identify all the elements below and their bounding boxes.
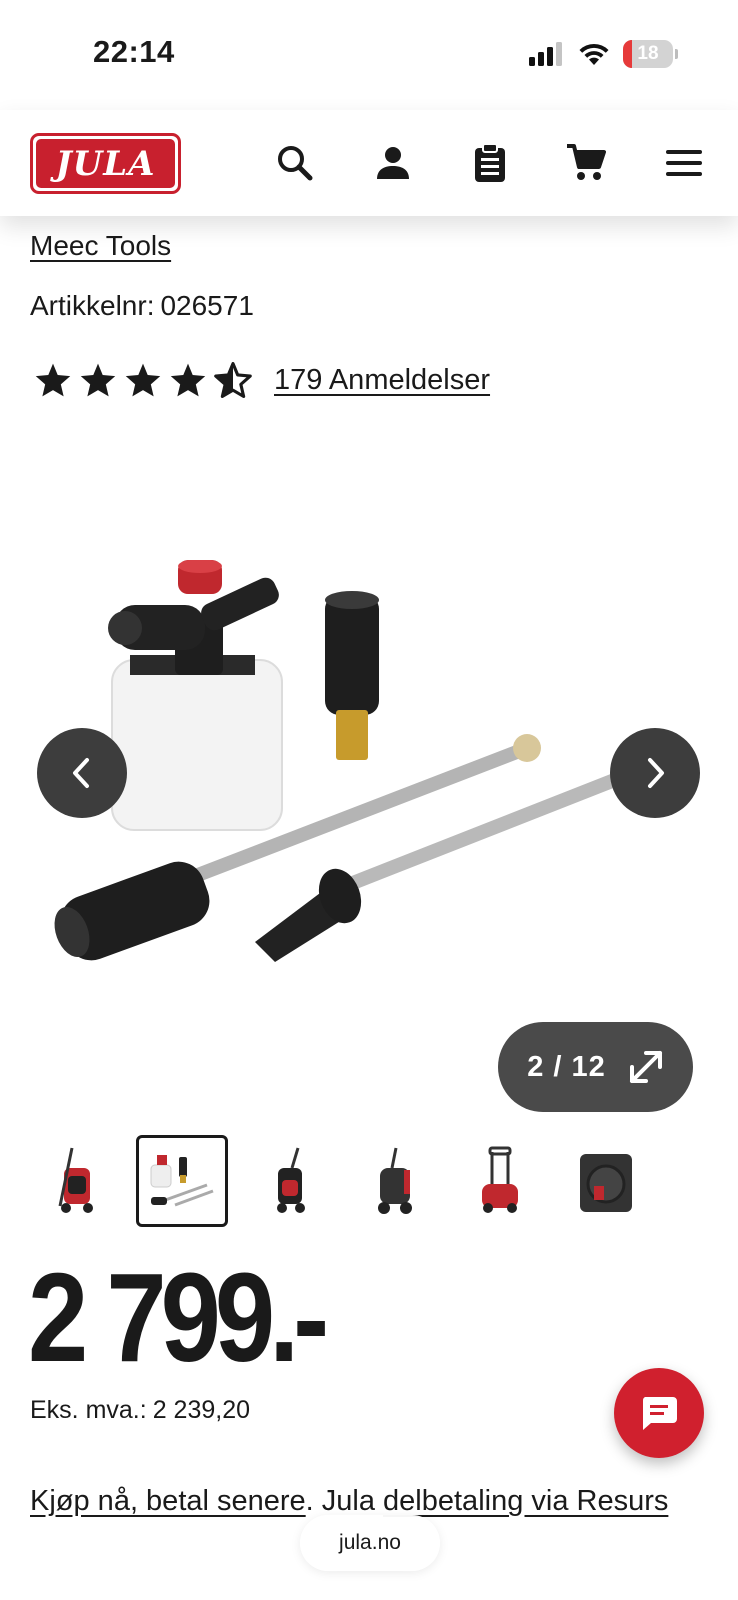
chevron-right-icon [648,758,664,788]
brand-link[interactable]: Meec Tools [30,230,171,262]
thumbnail-image [150,1155,214,1207]
star-half-icon [214,362,252,398]
menu-button[interactable] [661,140,707,186]
star-full-icon [35,363,71,397]
browser-url-pill[interactable]: jula.no [300,1515,440,1571]
finance-separator: . Jula [305,1485,384,1517]
buy-now-pay-later-link[interactable]: Kjøp nå, betal senere [30,1485,306,1517]
search-icon [278,146,313,181]
ex-vat-label: Eks. mva.: [30,1396,147,1424]
thumbnail-image [482,1146,518,1213]
gallery-next-button[interactable] [610,728,700,818]
star-full-icon [125,363,161,397]
site-header: JULA [0,110,738,216]
search-button[interactable] [272,140,318,186]
battery-indicator: 18 [623,40,673,68]
status-icons: 18 [529,40,678,68]
star-full-icon [80,363,116,397]
product-gallery: 2 / 12 [0,430,738,1120]
shopping-list-button[interactable] [467,140,513,186]
logo-text: JULA [55,143,156,184]
logo-badge: JULA [36,139,175,188]
wifi-icon [579,43,609,65]
star-full-icon [170,363,206,397]
thumbnail-image [682,1146,700,1216]
resurs-installment-link[interactable]: delbetaling via Resurs [383,1485,668,1517]
thumbnail-image [58,1147,93,1213]
thumbnail-image [580,1154,632,1212]
gallery-counter-button[interactable]: 2 / 12 [498,1022,693,1112]
cart-button[interactable] [563,140,609,186]
jula-logo[interactable]: JULA [30,133,181,194]
product-image[interactable] [40,560,700,980]
article-number-label: Artikkelnr: [30,290,155,321]
status-bar: 22:14 18 [0,0,738,100]
product-price: 2 799.- [28,1247,329,1388]
battery-fill [623,40,632,68]
gallery-prev-button[interactable] [37,728,127,818]
thumbnail[interactable] [666,1135,700,1227]
battery-cap [675,49,678,59]
chat-icon [642,1397,677,1430]
thumbnail[interactable] [454,1135,546,1227]
thumbnail[interactable] [242,1135,334,1227]
article-number: Artikkelnr: 026571 [30,290,254,322]
gallery-counter: 2 / 12 [527,1050,606,1083]
browser-url: jula.no [339,1531,401,1554]
finance-info: Kjøp nå, betal senere. Jula delbetaling … [30,1485,668,1518]
thumbnail-active[interactable] [136,1135,228,1227]
rating-row[interactable]: 179 Anmeldelser [34,362,490,398]
chevron-left-icon [73,758,89,788]
thumbnail[interactable] [560,1135,652,1227]
thumbnail-strip [30,1135,700,1227]
ex-vat-value: 2 239,20 [152,1396,251,1424]
reviews-link[interactable]: 179 Anmeldelser [274,364,490,397]
article-number-value: 026571 [160,290,254,321]
expand-icon [629,1051,662,1083]
account-button[interactable] [370,140,416,186]
menu-icon [666,150,702,176]
battery-level: 18 [637,43,659,64]
star-rating [34,362,252,398]
status-time: 22:14 [93,34,175,69]
thumbnail[interactable] [30,1135,122,1227]
chat-button[interactable] [614,1368,704,1458]
price-ex-vat: Eks. mva.: 2 239,20 [30,1396,250,1425]
thumbnail-image [277,1147,305,1213]
thumbnail[interactable] [348,1135,440,1227]
thumbnail-image [378,1147,412,1214]
cellular-signal-icon [529,42,562,66]
account-icon [377,147,409,179]
cart-icon [567,144,606,180]
shopping-list-icon [475,143,505,182]
